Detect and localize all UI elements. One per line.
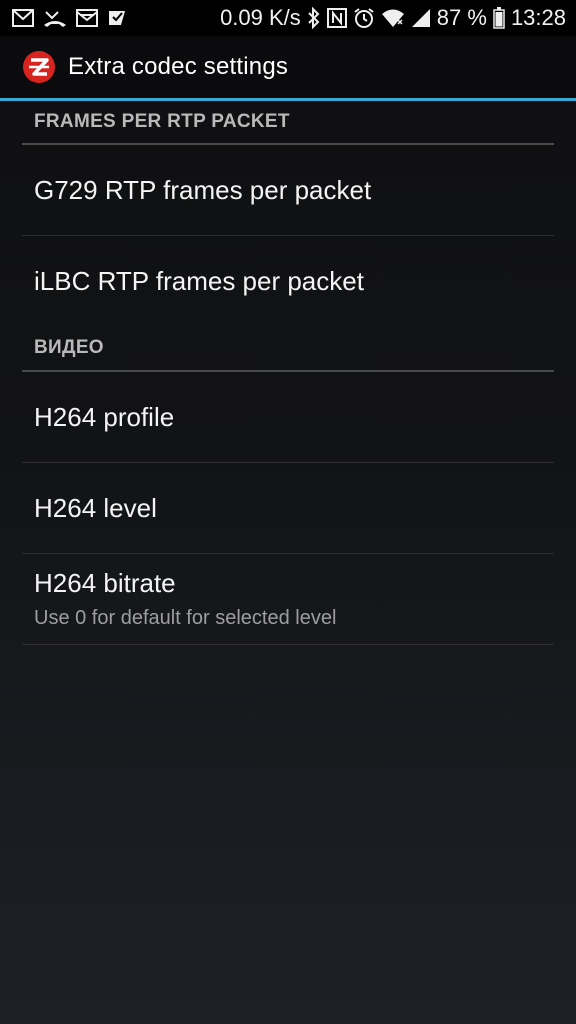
zoiper-logo-icon[interactable] bbox=[22, 50, 56, 84]
network-speed: 0.09 K/s bbox=[220, 5, 301, 30]
status-bar: 0.09 K/s 87 % 13:28 bbox=[0, 0, 576, 36]
check-app-icon bbox=[107, 8, 127, 28]
bluetooth-icon bbox=[307, 7, 321, 29]
alarm-icon bbox=[353, 7, 375, 29]
missed-call-icon bbox=[43, 8, 67, 28]
system-status: 0.09 K/s 87 % 13:28 bbox=[220, 5, 576, 31]
pref-ilbc-rtp-frames[interactable]: iLBC RTP frames per packet bbox=[22, 236, 554, 326]
battery-icon bbox=[493, 7, 505, 29]
pref-h264-level[interactable]: H264 level bbox=[22, 463, 554, 554]
gmail-icon bbox=[12, 9, 34, 27]
page-title: Extra codec settings bbox=[68, 53, 289, 80]
preference-list: FRAMES PER RTP PACKET G729 RTP frames pe… bbox=[22, 101, 554, 645]
nfc-icon bbox=[326, 8, 347, 28]
pref-title: H264 level bbox=[34, 492, 157, 523]
pref-title: iLBC RTP frames per packet bbox=[34, 265, 364, 296]
mail-icon bbox=[76, 9, 98, 27]
clock: 13:28 bbox=[510, 5, 566, 30]
notification-icons bbox=[0, 8, 127, 28]
wifi-icon bbox=[381, 8, 405, 28]
category-frames-per-rtp-packet: FRAMES PER RTP PACKET bbox=[22, 101, 554, 145]
signal-icon bbox=[411, 8, 431, 28]
action-bar: Extra codec settings bbox=[0, 36, 576, 98]
pref-title: H264 bitrate bbox=[34, 568, 176, 598]
pref-title: G729 RTP frames per packet bbox=[34, 174, 372, 205]
battery-percent: 87 % bbox=[436, 5, 487, 30]
pref-h264-bitrate[interactable]: H264 bitrate Use 0 for default for selec… bbox=[22, 554, 554, 645]
pref-summary: Use 0 for default for selected level bbox=[34, 607, 337, 629]
pref-title: H264 profile bbox=[34, 401, 175, 432]
category-video: ВИДЕО bbox=[22, 326, 554, 372]
pref-h264-profile[interactable]: H264 profile bbox=[22, 372, 554, 463]
pref-g729-rtp-frames[interactable]: G729 RTP frames per packet bbox=[22, 145, 554, 236]
